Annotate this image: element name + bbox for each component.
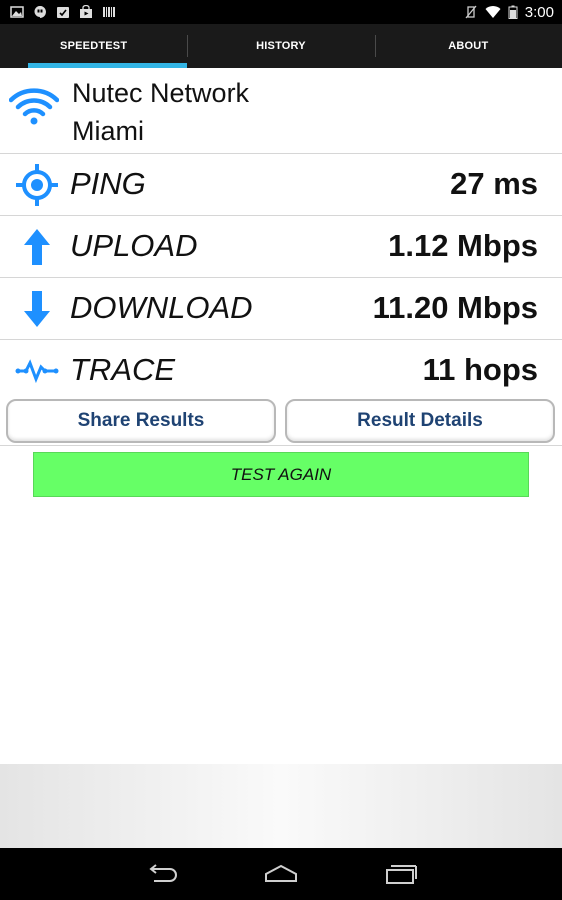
- picture-icon: [10, 6, 24, 18]
- back-icon[interactable]: [144, 862, 180, 886]
- network-name: Nutec Network: [72, 78, 250, 108]
- recent-apps-icon[interactable]: [383, 862, 419, 886]
- download-value: 11.20 Mbps: [372, 290, 538, 325]
- navigation-bar: [0, 848, 562, 900]
- barcode-icon: [103, 7, 115, 17]
- system-icons: 3:00: [464, 4, 562, 21]
- ad-banner[interactable]: [0, 764, 562, 848]
- upload-arrow-icon: [24, 229, 50, 265]
- download-arrow-icon: [24, 291, 50, 327]
- network-header: Nutec Network Miami: [0, 68, 562, 154]
- vibrate-off-icon: [465, 5, 477, 19]
- status-bar: 3:00: [0, 0, 562, 24]
- download-label: DOWNLOAD: [70, 290, 253, 325]
- download-row: DOWNLOAD 11.20 Mbps: [0, 278, 562, 340]
- tab-speedtest[interactable]: SPEEDTEST: [0, 24, 188, 68]
- battery-icon: [508, 5, 518, 19]
- notification-icons: [0, 5, 116, 19]
- trace-label: TRACE: [70, 352, 176, 387]
- trace-value: 11 hops: [422, 352, 538, 387]
- test-again-button[interactable]: TEST AGAIN: [33, 452, 529, 497]
- home-icon[interactable]: [263, 862, 299, 886]
- hangouts-icon: [34, 6, 46, 19]
- wifi-signal-icon: [485, 6, 501, 19]
- share-results-button[interactable]: Share Results: [6, 399, 276, 443]
- ping-value: 27 ms: [450, 166, 538, 201]
- ping-row: PING 27 ms: [0, 154, 562, 216]
- target-icon: [16, 164, 58, 206]
- network-city: Miami: [72, 116, 144, 146]
- trace-row: TRACE 11 hops: [0, 340, 562, 402]
- tab-about[interactable]: ABOUT: [374, 24, 562, 68]
- wifi-icon: [9, 88, 59, 125]
- calendar-check-icon: [57, 7, 69, 18]
- tab-bar: SPEEDTEST HISTORY ABOUT: [0, 24, 562, 68]
- upload-row: UPLOAD 1.12 Mbps: [0, 216, 562, 278]
- upload-label: UPLOAD: [70, 228, 198, 263]
- ping-label: PING: [70, 166, 146, 201]
- clock: 3:00: [524, 3, 554, 21]
- tab-history[interactable]: HISTORY: [187, 24, 374, 68]
- result-details-button[interactable]: Result Details: [285, 399, 555, 443]
- trace-wave-icon: [15, 359, 59, 384]
- upload-value: 1.12 Mbps: [388, 228, 538, 263]
- shopping-bag-icon: [80, 5, 92, 18]
- action-buttons: Share Results Result Details: [0, 396, 562, 446]
